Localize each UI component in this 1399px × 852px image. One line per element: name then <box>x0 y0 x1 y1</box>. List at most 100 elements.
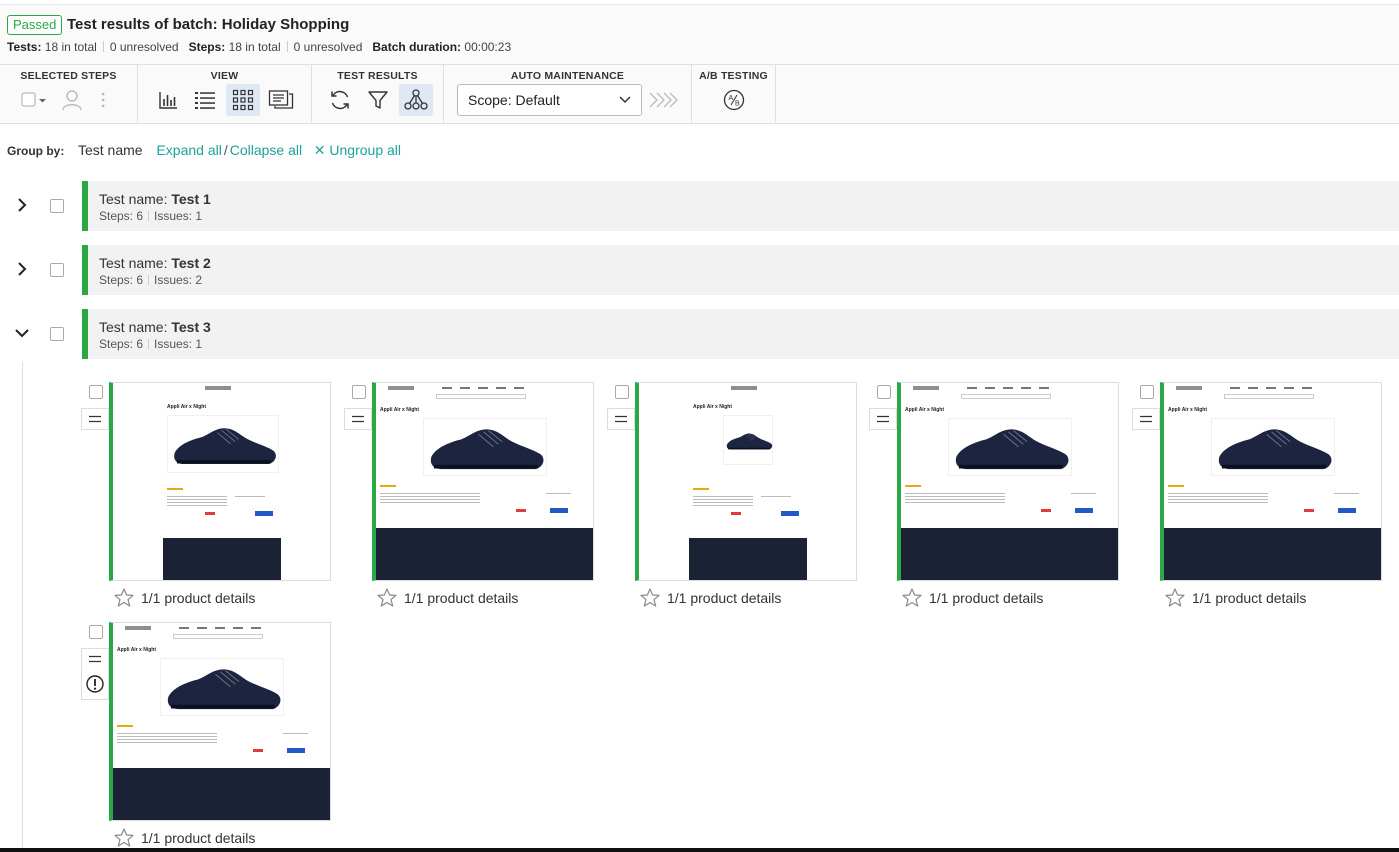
step-card[interactable]: Appli Air x Night 1/1 product details <box>869 382 1127 612</box>
step-caption-text: 1/1 product details <box>141 829 256 846</box>
product-image <box>1211 418 1335 476</box>
step-screenshot-thumbnail[interactable]: Appli Air x Night <box>372 382 594 581</box>
chart-view-icon[interactable] <box>151 84 185 116</box>
mini-page-logo <box>388 386 414 390</box>
group-row[interactable]: Test name: Test 3 Steps: 6 Issues: 1 <box>0 309 1399 359</box>
select-all-dropdown[interactable] <box>14 84 52 116</box>
step-screenshot-thumbnail[interactable]: Appli Air x Night <box>1160 382 1382 581</box>
step-screenshot-thumbnail[interactable]: Appli Air x Night <box>109 622 331 821</box>
warning-icon[interactable] <box>86 675 104 693</box>
step-side-menu[interactable] <box>344 408 372 430</box>
group-card[interactable]: Test name: Test 1 Steps: 6 Issues: 1 <box>82 181 1399 231</box>
step-checkbox[interactable] <box>1140 385 1154 399</box>
mini-page-footer <box>689 538 807 580</box>
step-checkbox[interactable] <box>352 385 366 399</box>
scope-value: Scope: Default <box>468 92 560 108</box>
assign-user-icon[interactable] <box>55 84 89 116</box>
step-checkbox[interactable] <box>877 385 891 399</box>
rating-stars <box>380 485 396 487</box>
description-line <box>1168 499 1268 500</box>
list-view-icon[interactable] <box>188 84 222 116</box>
batch-stats: Tests: 18 in total 0 unresolved Steps: 18… <box>7 40 511 54</box>
star-icon[interactable] <box>377 588 397 607</box>
chevron-right-icon[interactable] <box>14 197 30 213</box>
equal-icon[interactable] <box>89 655 101 663</box>
size-select <box>1334 493 1359 494</box>
step-card[interactable]: Appli Air x Night 1/1 product details <box>344 382 602 612</box>
step-screenshot-thumbnail[interactable]: Appli Air x Night <box>897 382 1119 581</box>
mini-page-footer <box>163 538 281 580</box>
group-checkbox[interactable] <box>50 263 64 277</box>
mini-search-bar <box>1224 394 1314 399</box>
chevron-right-icon[interactable] <box>14 261 30 277</box>
equal-icon[interactable] <box>352 415 364 423</box>
group-checkbox[interactable] <box>50 327 64 341</box>
ab-testing-icon[interactable]: AB <box>717 84 751 116</box>
section-title: TEST RESULTS <box>337 70 418 82</box>
groupby-value[interactable]: Test name <box>78 142 143 158</box>
step-card[interactable]: Appli Air x Night 1/1 product details <box>81 622 339 852</box>
group-row[interactable]: Test name: Test 1 Steps: 6 Issues: 1 <box>0 181 1399 231</box>
tests-label: Tests: <box>7 40 42 54</box>
description-line <box>693 499 753 500</box>
scope-select[interactable]: Scope: Default <box>457 84 642 116</box>
equal-icon[interactable] <box>1140 415 1152 423</box>
group-card[interactable]: Test name: Test 2 Steps: 6 Issues: 2 <box>82 245 1399 295</box>
step-screenshot-thumbnail[interactable]: Appli Air x Night <box>109 382 331 581</box>
steps-label: Steps: <box>188 40 226 54</box>
refresh-icon[interactable] <box>323 84 357 116</box>
more-options-icon[interactable] <box>93 84 113 116</box>
group-row[interactable]: Test name: Test 2 Steps: 6 Issues: 2 <box>0 245 1399 295</box>
step-checkbox[interactable] <box>89 385 103 399</box>
step-card[interactable]: Appli Air x Night 1/1 product details <box>607 382 865 612</box>
step-checkbox[interactable] <box>89 625 103 639</box>
star-icon[interactable] <box>114 588 134 607</box>
step-side-menu[interactable] <box>81 408 109 430</box>
equal-icon[interactable] <box>877 415 889 423</box>
description-line <box>1168 502 1268 503</box>
description-line <box>693 505 753 506</box>
step-screenshot-thumbnail[interactable]: Appli Air x Night <box>635 382 857 581</box>
equal-icon[interactable] <box>615 415 627 423</box>
step-card[interactable]: Appli Air x Night 1/1 product details <box>1132 382 1390 612</box>
filter-icon[interactable] <box>361 84 395 116</box>
chevron-down-icon <box>619 85 631 125</box>
star-icon[interactable] <box>1165 588 1185 607</box>
ungroup-all-link[interactable]: ✕ Ungroup all <box>314 142 401 158</box>
svg-text:B: B <box>735 101 740 108</box>
description-line <box>905 496 1005 497</box>
branches-icon[interactable] <box>399 84 433 116</box>
mini-page-logo <box>913 386 939 390</box>
step-side-menu[interactable] <box>869 408 897 430</box>
step-checkbox[interactable] <box>615 385 629 399</box>
group-checkbox[interactable] <box>50 199 64 213</box>
description-line <box>167 499 227 500</box>
equal-icon[interactable] <box>89 415 101 423</box>
step-caption-text: 1/1 product details <box>141 589 256 606</box>
step-side-menu[interactable] <box>81 648 109 700</box>
star-icon[interactable] <box>114 828 134 847</box>
test-results-section: TEST RESULTS <box>312 65 444 124</box>
chevron-down-icon[interactable] <box>14 325 30 341</box>
step-card[interactable]: Appli Air x Night 1/1 product details <box>81 382 339 612</box>
star-icon[interactable] <box>902 588 922 607</box>
run-maintenance-icon[interactable] <box>646 84 680 116</box>
collapse-all-link[interactable]: Collapse all <box>230 142 302 158</box>
mini-page-logo <box>125 626 151 630</box>
description-line <box>380 499 480 500</box>
product-image <box>423 418 547 476</box>
steps-total: 18 in total <box>228 40 281 54</box>
expand-all-link[interactable]: Expand all <box>156 142 221 158</box>
group-card[interactable]: Test name: Test 3 Steps: 6 Issues: 1 <box>82 309 1399 359</box>
star-icon[interactable] <box>640 588 660 607</box>
window-bottom-edge <box>0 848 1399 852</box>
step-side-menu[interactable] <box>1132 408 1160 430</box>
grid-view-icon[interactable] <box>226 84 260 116</box>
description-line <box>380 502 480 503</box>
sale-tag <box>731 512 741 515</box>
description-line <box>167 496 227 497</box>
description-line <box>117 733 217 734</box>
compare-view-icon[interactable] <box>264 84 298 116</box>
step-side-menu[interactable] <box>607 408 635 430</box>
section-title: VIEW <box>210 70 239 82</box>
